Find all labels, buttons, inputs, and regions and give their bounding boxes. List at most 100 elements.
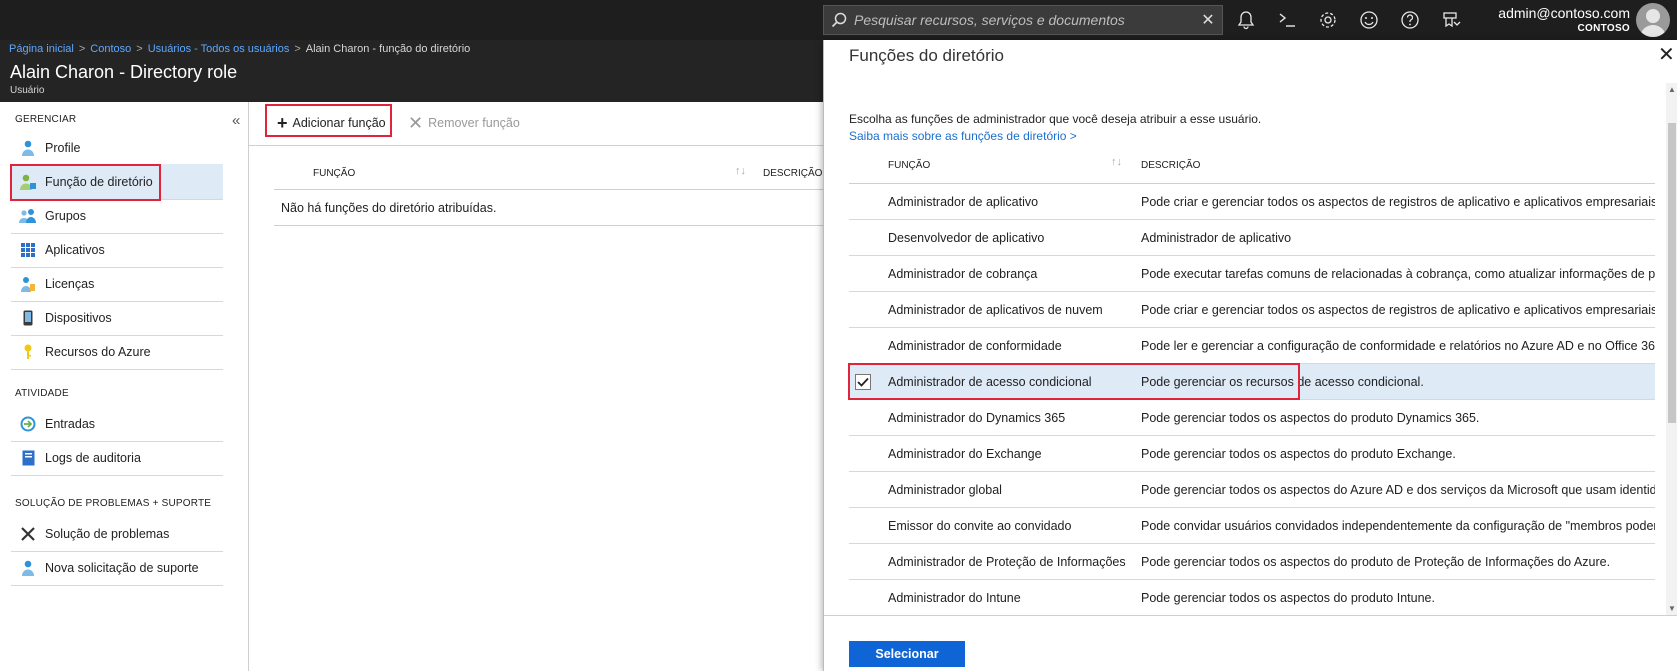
- audit-log-icon: [11, 450, 45, 466]
- license-icon: [11, 276, 45, 292]
- role-description: Pode gerenciar todos os aspectos do prod…: [1141, 591, 1435, 605]
- device-icon: [11, 310, 45, 326]
- column-header-role[interactable]: FUNÇÃO: [888, 160, 930, 171]
- sidebar-item-label: Nova solicitação de suporte: [45, 560, 199, 575]
- bell-icon[interactable]: [1225, 0, 1266, 40]
- search-input[interactable]: [854, 12, 1194, 28]
- support-icon: [11, 560, 45, 576]
- role-row[interactable]: Administrador de conformidade Pode ler e…: [849, 328, 1655, 364]
- roles-table-header: FUNÇÃO ↑↓ DESCRIÇÃO: [274, 154, 823, 190]
- sidebar-item-label: Profile: [45, 140, 81, 155]
- role-description: Pode convidar usuários convidados indepe…: [1141, 519, 1655, 533]
- sidebar-item-label: Dispositivos: [45, 310, 112, 325]
- role-name: Administrador de aplicativo: [888, 195, 1039, 209]
- sidebar-item-sign-ins[interactable]: Entradas: [11, 406, 223, 442]
- panel-scrollbar[interactable]: ▲ ▼: [1666, 83, 1677, 615]
- sidebar-item-azure-resources[interactable]: Recursos do Azure: [11, 334, 223, 370]
- apps-grid-icon: [11, 242, 45, 257]
- highlight-frame-directory-role: [10, 164, 161, 201]
- sidebar-item-troubleshoot[interactable]: Solução de problemas: [11, 516, 223, 552]
- role-name: Administrador de Proteção de Informações: [888, 555, 1126, 569]
- command-bar-divider: [249, 145, 823, 146]
- sort-arrows-icon[interactable]: ↑↓: [735, 165, 746, 177]
- page-title: Alain Charon - Directory role: [10, 62, 238, 82]
- role-name: Administrador de cobrança: [888, 267, 1038, 281]
- role-row[interactable]: Administrador global Pode gerenciar todo…: [849, 472, 1655, 508]
- role-name: Administrador do Exchange: [888, 447, 1042, 461]
- search-icon: [824, 6, 854, 34]
- clear-search-icon[interactable]: ✕: [1194, 6, 1222, 34]
- role-description: Administrador de aplicativo: [1141, 231, 1292, 245]
- sidebar-item-label: Recursos do Azure: [45, 344, 151, 359]
- breadcrumb-users[interactable]: Usuários - Todos os usuários: [148, 43, 290, 55]
- role-row[interactable]: Administrador de aplicativo Pode criar e…: [849, 184, 1655, 220]
- sidebar-item-label: Aplicativos: [45, 242, 105, 257]
- tools-icon: [11, 526, 45, 542]
- account-email: admin@contoso.com: [1498, 5, 1630, 21]
- role-name: Administrador de aplicativos de nuvem: [888, 303, 1103, 317]
- gear-icon[interactable]: [1307, 0, 1348, 40]
- role-row[interactable]: Administrador do Intune Pode gerenciar t…: [849, 580, 1655, 613]
- role-row[interactable]: Administrador do Exchange Pode gerenciar…: [849, 436, 1655, 472]
- sidebar-item-label: Entradas: [45, 416, 96, 431]
- role-description: Pode criar e gerenciar todos os aspectos…: [1141, 303, 1655, 317]
- collapse-sidebar-icon[interactable]: «: [232, 112, 240, 129]
- avatar[interactable]: [1636, 3, 1670, 37]
- directory-role-blade: + Adicionar função ✕ Remover função FUNÇ…: [249, 102, 823, 671]
- column-header-description[interactable]: DESCRIÇÃO: [763, 168, 822, 179]
- role-name: Administrador do Dynamics 365: [888, 411, 1066, 425]
- role-name: Administrador do Intune: [888, 591, 1021, 605]
- scrollbar-thumb[interactable]: [1668, 123, 1676, 423]
- search-box[interactable]: ✕: [823, 5, 1223, 35]
- group-icon: [11, 208, 45, 224]
- section-title-activity: ATIVIDADE: [15, 388, 69, 399]
- breadcrumb: Página inicial > Contoso > Usuários - Todos …: [9, 43, 471, 55]
- roles-list-header: FUNÇÃO ↑↓ DESCRIÇÃO: [849, 148, 1655, 184]
- account-tenant: CONTOSO: [1577, 23, 1630, 34]
- directory-roles-panel: Funções do diretório ✕ Escolha as funçõe…: [823, 40, 1677, 671]
- panel-description: Escolha as funções de administrador que …: [849, 112, 1262, 126]
- role-name: Desenvolvedor de aplicativo: [888, 231, 1045, 245]
- sidebar-item-audit-logs[interactable]: Logs de auditoria: [11, 440, 223, 476]
- empty-state-text: Não há funções do diretório atribuídas.: [274, 190, 823, 226]
- role-description: Pode gerenciar todos os aspectos do prod…: [1141, 411, 1480, 425]
- help-icon[interactable]: [1389, 0, 1430, 40]
- sidebar-item-licenses[interactable]: Licenças: [11, 266, 223, 302]
- scroll-down-icon[interactable]: ▼: [1668, 604, 1676, 613]
- breadcrumb-home[interactable]: Página inicial: [9, 43, 74, 55]
- blade-header: Página inicial > Contoso > Usuários - Todos …: [0, 40, 823, 102]
- sort-arrows-icon[interactable]: ↑↓: [1111, 156, 1122, 168]
- top-bar: ✕ admin@contoso.com CONTOSO: [0, 0, 1677, 40]
- scroll-up-icon[interactable]: ▲: [1668, 85, 1676, 94]
- role-row[interactable]: Desenvolvedor de aplicativo Administrado…: [849, 220, 1655, 256]
- role-description: Pode executar tarefas comuns de relacion…: [1141, 267, 1655, 281]
- role-description: Pode gerenciar todos os aspectos do Azur…: [1141, 483, 1655, 497]
- learn-more-link[interactable]: Saiba mais sobre as funções de diretório…: [849, 129, 1077, 143]
- section-title-manage: GERENCIAR: [15, 114, 77, 125]
- sidebar-item-apps[interactable]: Aplicativos: [11, 232, 223, 268]
- role-row[interactable]: Emissor do convite ao convidado Pode con…: [849, 508, 1655, 544]
- column-header-description[interactable]: DESCRIÇÃO: [1141, 160, 1200, 171]
- highlight-frame-add-role: [265, 104, 392, 137]
- role-row[interactable]: Administrador de aplicativos de nuvem Po…: [849, 292, 1655, 328]
- role-row[interactable]: Administrador de cobrança Pode executar …: [849, 256, 1655, 292]
- select-button[interactable]: Selecionar: [849, 641, 965, 667]
- column-header-role[interactable]: FUNÇÃO: [313, 168, 355, 179]
- close-icon[interactable]: ✕: [1658, 42, 1675, 67]
- role-row[interactable]: Administrador de Proteção de Informações…: [849, 544, 1655, 580]
- sidebar-item-new-support-request[interactable]: Nova solicitação de suporte: [11, 550, 223, 586]
- account-menu[interactable]: admin@contoso.com CONTOSO: [1450, 0, 1630, 40]
- remove-role-label: Remover função: [428, 116, 520, 130]
- sidebar-item-label: Licenças: [45, 276, 95, 291]
- sidebar-item-devices[interactable]: Dispositivos: [11, 300, 223, 336]
- remove-role-button[interactable]: ✕ Remover função: [406, 108, 526, 138]
- breadcrumb-contoso[interactable]: Contoso: [90, 43, 131, 55]
- panel-title: Funções do diretório: [849, 46, 1004, 65]
- key-icon: [11, 344, 45, 360]
- role-row[interactable]: Administrador do Dynamics 365 Pode geren…: [849, 400, 1655, 436]
- role-name: Administrador global: [888, 483, 1002, 497]
- sidebar-item-groups[interactable]: Grupos: [11, 198, 223, 234]
- cloud-shell-icon[interactable]: [1266, 0, 1307, 40]
- smiley-icon[interactable]: [1348, 0, 1389, 40]
- sidebar-item-profile[interactable]: Profile: [11, 130, 223, 166]
